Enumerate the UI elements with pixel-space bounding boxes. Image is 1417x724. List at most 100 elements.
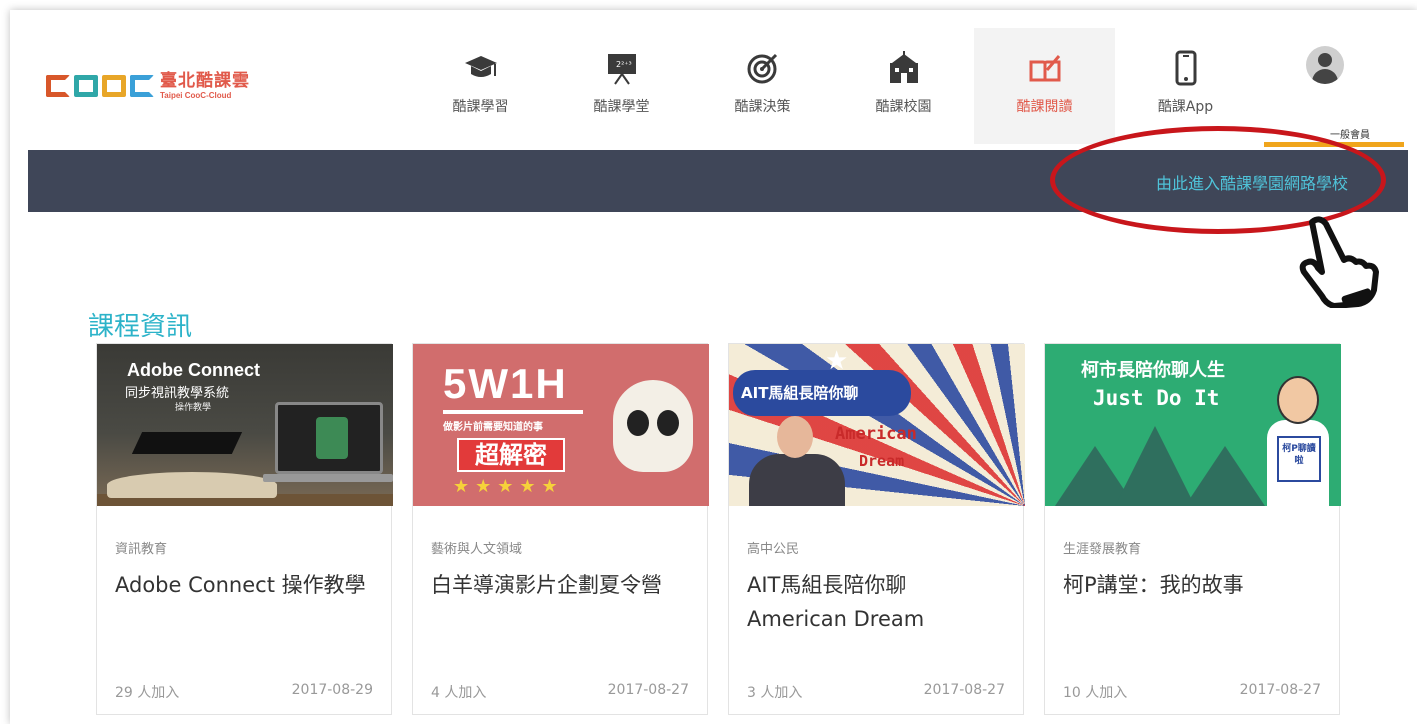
sheep-mascot-icon xyxy=(613,380,693,472)
thumb-stars: ★★★★★ xyxy=(453,476,564,497)
pointing-hand-icon xyxy=(1290,212,1390,309)
logo-block-c xyxy=(46,75,70,97)
course-date: 2017-08-27 xyxy=(607,682,689,698)
blackboard-icon: 2²⁺³ xyxy=(602,48,642,88)
course-card-body: 資訊教育 Adobe Connect 操作教學 29 人加入 2017-08-2… xyxy=(97,506,391,716)
logo-block-o2 xyxy=(102,75,126,97)
cooc-logo-mark xyxy=(46,75,154,97)
nav-item-classroom[interactable]: 2²⁺³ 酷課學堂 xyxy=(551,28,692,144)
sheep-eye xyxy=(627,410,649,436)
speaker-face xyxy=(777,416,813,458)
course-title[interactable]: Adobe Connect 操作教學 xyxy=(115,569,373,603)
member-active-bar xyxy=(1264,142,1404,147)
nav-label: 酷課決策 xyxy=(734,99,791,115)
nav-item-reading[interactable]: 酷課閱讀 xyxy=(974,28,1115,144)
site-logo[interactable]: 臺北酷課雲 Taipei CooC-Cloud xyxy=(46,66,250,106)
course-thumbnail[interactable]: 5W1H 做影片前需要知道的事 超解密 ★★★★★ xyxy=(413,344,709,506)
course-category: 資訊教育 xyxy=(115,542,168,557)
course-title[interactable]: AIT馬組長陪你聊 American Dream xyxy=(747,569,1005,636)
dark-banner: 由此進入酷課學園網路學校 xyxy=(28,150,1408,212)
course-card-list: Adobe Connect 同步視訊教學系統 操作教學 資訊教育 Adobe C… xyxy=(96,343,1341,716)
svg-text:2²⁺³: 2²⁺³ xyxy=(616,60,632,69)
doctor-face xyxy=(1277,376,1319,424)
thumb-text: 同步視訊教學系統 xyxy=(125,386,230,401)
thumb-text: Adobe Connect xyxy=(127,360,260,380)
speaker-suit xyxy=(749,454,845,506)
logo-text: 臺北酷課雲 Taipei CooC-Cloud xyxy=(160,70,250,100)
thumb-laptop xyxy=(275,402,383,474)
course-card[interactable]: ★ AIT馬組長陪你聊 American Dream 高中公民 AIT馬組長陪你… xyxy=(728,343,1025,716)
course-joined-count: 4 人加入 xyxy=(431,685,487,701)
thumb-text: American xyxy=(835,424,917,444)
course-thumbnail[interactable]: Adobe Connect 同步視訊教學系統 操作教學 xyxy=(97,344,393,506)
course-meta: 29 人加入 2017-08-29 xyxy=(115,682,373,702)
school-building-icon xyxy=(884,48,924,88)
course-category: 藝術與人文領域 xyxy=(431,542,523,557)
star-icon: ★ xyxy=(825,346,849,376)
course-card[interactable]: 5W1H 做影片前需要知道的事 超解密 ★★★★★ 藝術與人文領域 白羊導演影片… xyxy=(412,343,709,716)
thumb-text: 柯市長陪你聊人生 xyxy=(1081,360,1225,381)
logo-chinese: 臺北酷課雲 xyxy=(160,70,250,91)
course-card[interactable]: 柯市長陪你聊人生 Just Do It 柯P聊讀啦 生涯發展教育 柯P講堂：我的… xyxy=(1044,343,1341,716)
thumb-book xyxy=(107,472,277,498)
avatar-head xyxy=(1318,53,1332,67)
nav-item-learning[interactable]: 酷課學習 xyxy=(410,28,551,144)
course-category: 高中公民 xyxy=(747,542,800,557)
member-menu[interactable]: 一般會員 xyxy=(1264,38,1404,150)
thumb-text: AIT馬組長陪你聊 xyxy=(741,384,859,402)
course-joined-count: 29 人加入 xyxy=(115,685,180,701)
thumb-text: 5W1H xyxy=(443,360,568,407)
main-nav: 酷課學習 2²⁺³ 酷課學堂 酷課決策 酷課校園 酷課閱讀 酷課App xyxy=(410,28,1256,146)
avatar-body xyxy=(1312,69,1338,84)
book-pen-icon xyxy=(1025,48,1065,88)
course-card[interactable]: Adobe Connect 同步視訊教學系統 操作教學 資訊教育 Adobe C… xyxy=(96,343,393,716)
member-label: 一般會員 xyxy=(1330,130,1370,141)
logo-block-o xyxy=(74,75,98,97)
thumb-graduation-cap xyxy=(131,432,243,454)
logo-english: Taipei CooC-Cloud xyxy=(160,90,232,100)
thumb-speaker-photo xyxy=(749,410,845,506)
course-meta: 10 人加入 2017-08-27 xyxy=(1063,682,1321,702)
course-meta: 4 人加入 2017-08-27 xyxy=(431,682,689,702)
thumb-mountain xyxy=(1185,446,1265,506)
course-category: 生涯發展教育 xyxy=(1063,542,1142,557)
nav-label: 酷課學習 xyxy=(452,99,509,115)
course-thumbnail[interactable]: ★ AIT馬組長陪你聊 American Dream xyxy=(729,344,1025,506)
nav-label: 酷課閱讀 xyxy=(1016,99,1073,115)
nav-item-campus[interactable]: 酷課校園 xyxy=(833,28,974,144)
thumb-text: 柯P聊讀啦 xyxy=(1277,436,1321,482)
nav-label: 酷課App xyxy=(1157,99,1214,115)
course-joined-count: 10 人加入 xyxy=(1063,685,1128,701)
logo-block-c2 xyxy=(130,75,154,97)
course-card-body: 藝術與人文領域 白羊導演影片企劃夏令營 4 人加入 2017-08-27 xyxy=(413,506,707,716)
thumb-mountain xyxy=(1115,426,1195,506)
avatar[interactable] xyxy=(1306,46,1344,84)
course-joined-count: 3 人加入 xyxy=(747,685,803,701)
thumb-laptop-screen xyxy=(316,417,348,459)
site-header: 臺北酷課雲 Taipei CooC-Cloud 酷課學習 2²⁺³ 酷課學堂 酷… xyxy=(28,28,1408,150)
thumb-text: Just Do It xyxy=(1093,386,1220,410)
graduation-cap-icon xyxy=(461,48,501,88)
thumb-doctor-figure: 柯P聊讀啦 xyxy=(1267,376,1329,506)
nav-item-decision[interactable]: 酷課決策 xyxy=(692,28,833,144)
course-thumbnail[interactable]: 柯市長陪你聊人生 Just Do It 柯P聊讀啦 xyxy=(1045,344,1341,506)
nav-item-app[interactable]: 酷課App xyxy=(1115,28,1256,144)
thumb-text: 操作教學 xyxy=(175,403,212,413)
enter-school-link[interactable]: 由此進入酷課學園網路學校 xyxy=(1156,170,1348,194)
course-card-body: 高中公民 AIT馬組長陪你聊 American Dream 3 人加入 2017… xyxy=(729,506,1023,716)
course-date: 2017-08-27 xyxy=(1239,682,1321,698)
course-title[interactable]: 柯P講堂：我的故事 xyxy=(1063,569,1321,603)
thumb-text: Dream xyxy=(859,452,905,470)
course-meta: 3 人加入 2017-08-27 xyxy=(747,682,1005,702)
course-title[interactable]: 白羊導演影片企劃夏令營 xyxy=(431,569,689,603)
thumb-laptop-base xyxy=(263,474,393,482)
thumb-underline xyxy=(443,410,583,414)
thumb-text: 超解密 xyxy=(457,438,565,472)
sheep-eye xyxy=(657,410,679,436)
nav-label: 酷課校園 xyxy=(875,99,932,115)
course-card-body: 生涯發展教育 柯P講堂：我的故事 10 人加入 2017-08-27 xyxy=(1045,506,1339,716)
target-icon xyxy=(743,48,783,88)
course-date: 2017-08-27 xyxy=(923,682,1005,698)
nav-label: 酷課學堂 xyxy=(593,99,650,115)
smartphone-icon xyxy=(1166,48,1206,88)
